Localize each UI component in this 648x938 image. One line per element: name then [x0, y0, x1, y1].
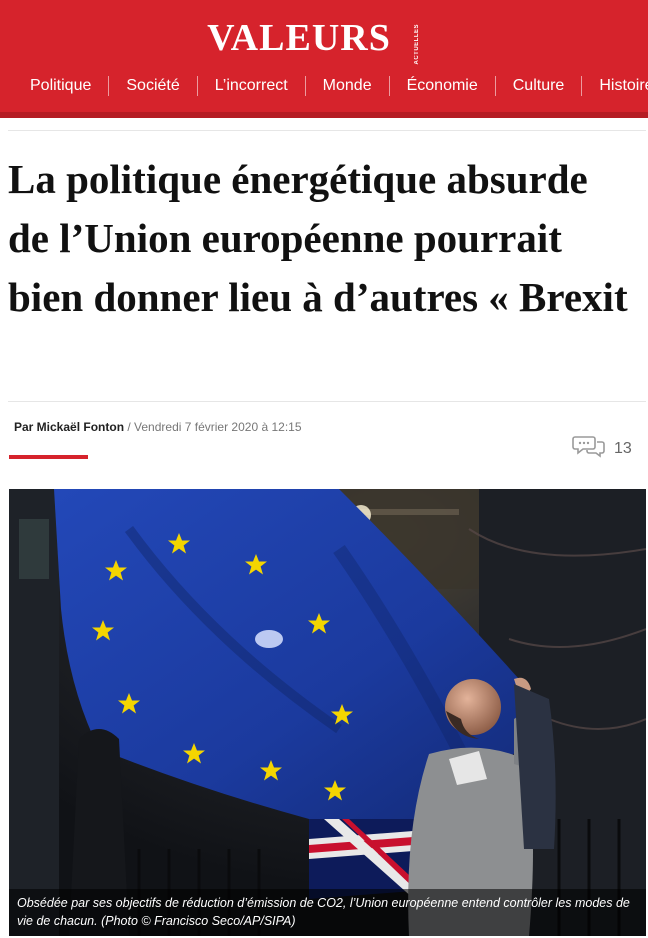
site-logo[interactable]: VALEURS ACTUELLES — [0, 14, 648, 65]
article-hero-image: Obsédée par ses objectifs de réduction d… — [9, 489, 646, 936]
nav-item-politique[interactable]: Politique — [0, 76, 108, 96]
comments-link[interactable]: 13 — [572, 433, 632, 464]
header-divider — [0, 112, 648, 118]
nav-item-economie[interactable]: Économie — [388, 76, 495, 96]
nav-item-monde[interactable]: Monde — [304, 76, 389, 96]
nav-item-histoire[interactable]: Histoire — [581, 76, 648, 96]
article-title: La politique énergétique absurde de l’Un… — [8, 156, 628, 320]
nav-item-culture[interactable]: Culture — [494, 76, 582, 96]
eu-flag-photo — [9, 489, 646, 936]
site-header: VALEURS ACTUELLES Politique Société L’inc… — [0, 0, 648, 118]
comment-bubble-icon — [572, 433, 606, 464]
image-caption: Obsédée par ses objectifs de réduction d… — [9, 889, 646, 936]
author-link[interactable]: Par Mickaël Fonton — [14, 420, 124, 434]
byline: Par Mickaël Fonton / Vendredi 7 février … — [14, 420, 302, 434]
divider — [8, 130, 646, 131]
logo-text: VALEURS — [207, 17, 391, 59]
nav-item-lincorrect[interactable]: L’incorrect — [196, 76, 305, 96]
publish-date: / Vendredi 7 février 2020 à 12:15 — [127, 420, 302, 434]
comment-count: 13 — [614, 439, 632, 457]
logo-subtext: ACTUELLES — [413, 24, 420, 65]
main-nav: Politique Société L’incorrect Monde Écon… — [0, 72, 648, 100]
accent-bar — [9, 455, 88, 459]
nav-item-societe[interactable]: Société — [108, 76, 196, 96]
divider — [8, 401, 646, 402]
